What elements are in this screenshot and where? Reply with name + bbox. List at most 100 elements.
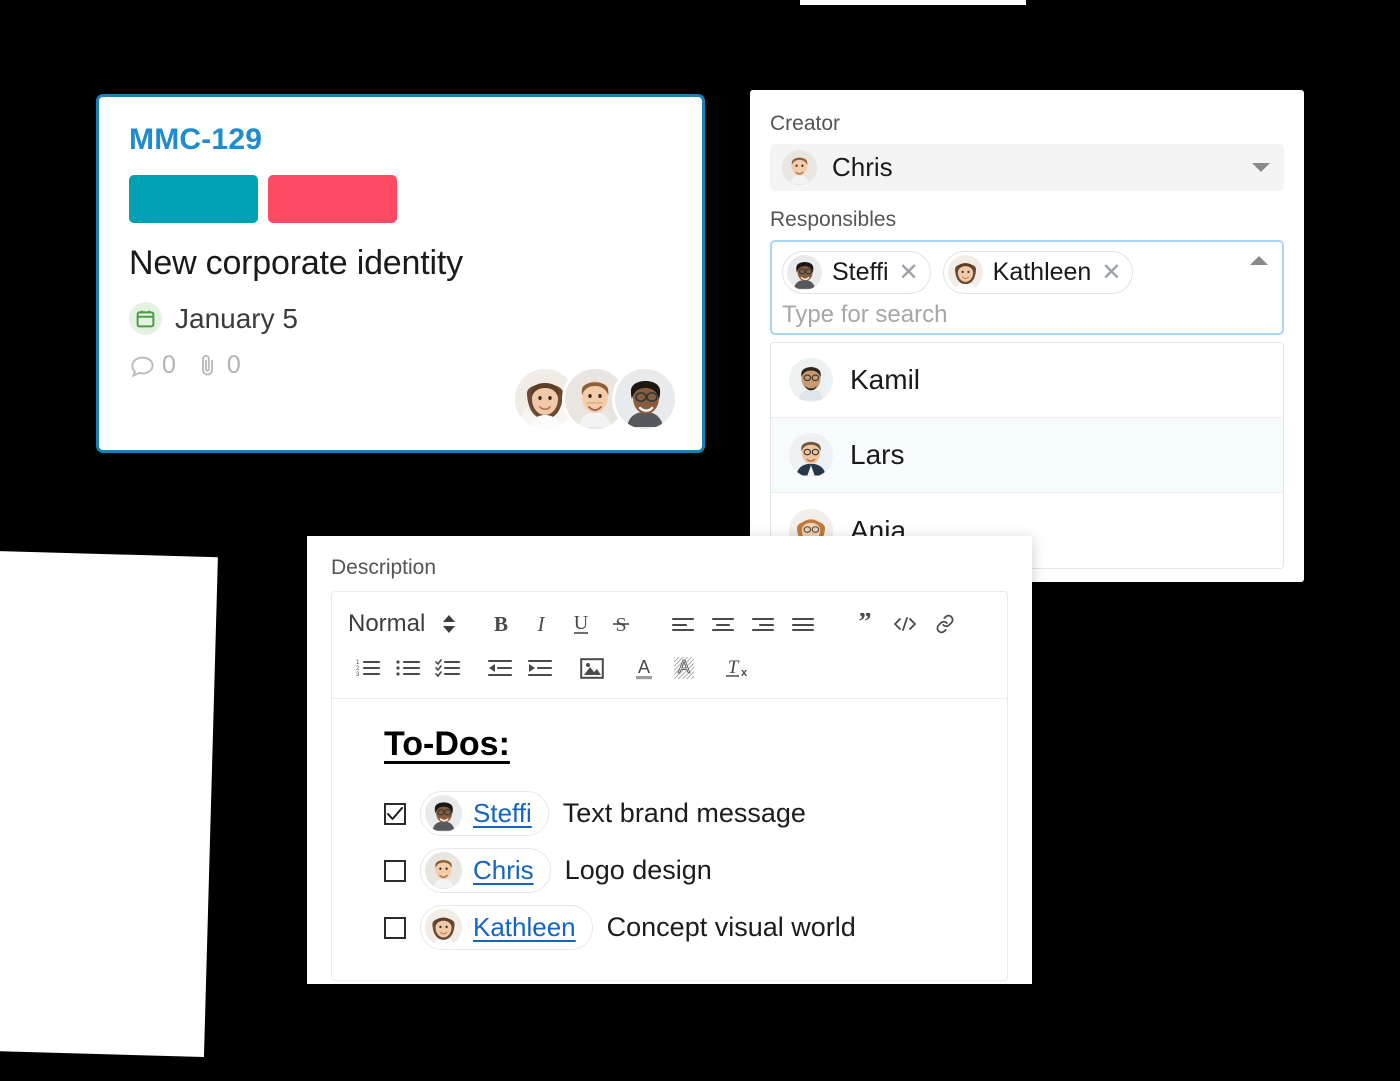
creator-label: Creator <box>770 112 841 135</box>
check-list-button[interactable] <box>428 649 468 687</box>
avatar <box>782 150 817 185</box>
kanban-card[interactable]: MMC-129 New corporate identity January 5 <box>96 94 705 453</box>
svg-text:B: B <box>494 612 508 636</box>
avatar <box>789 433 833 477</box>
todo-item[interactable]: Chris Logo design <box>384 848 977 893</box>
editor-toolbar: Normal B I U S ” 1 2 3 A A T x <box>332 592 1007 699</box>
todo-item[interactable]: Kathleen Concept visual world <box>384 905 977 950</box>
code-block-button[interactable] <box>885 605 925 643</box>
background-color-button[interactable]: A <box>664 649 704 687</box>
insert-image-button[interactable] <box>572 649 612 687</box>
todo-mention-name[interactable]: Chris <box>473 855 534 886</box>
avatar[interactable] <box>612 366 678 432</box>
underline-button[interactable]: U <box>561 605 601 643</box>
close-icon[interactable]: ✕ <box>1101 260 1121 285</box>
rich-text-editor: Normal B I U S ” 1 2 3 A A T x To-Dos: S… <box>331 591 1008 981</box>
updown-arrows-icon <box>443 615 456 633</box>
todo-mention[interactable]: Kathleen <box>420 905 593 950</box>
link-button[interactable] <box>925 605 965 643</box>
people-panel: Creator Chris Responsibles Steffi ✕ Kath… <box>750 90 1304 582</box>
todo-mention-name[interactable]: Kathleen <box>473 912 576 943</box>
responsible-chip[interactable]: Steffi ✕ <box>782 251 931 294</box>
align-center-button[interactable] <box>703 605 743 643</box>
chevron-up-icon[interactable] <box>1250 256 1268 265</box>
card-label-red[interactable] <box>268 175 397 223</box>
blank-panel-left <box>0 550 218 1058</box>
format-select-value: Normal <box>348 610 426 637</box>
description-panel: Description Normal B I U S ” 1 2 3 A A T… <box>307 536 1032 984</box>
blockquote-button[interactable]: ” <box>845 605 885 643</box>
svg-text:A: A <box>638 657 650 677</box>
todo-heading: To-Dos: <box>384 725 510 763</box>
dropdown-option-label: Lars <box>850 439 905 470</box>
attachment-icon <box>194 352 221 379</box>
strikethrough-button[interactable]: S <box>601 605 641 643</box>
description-label: Description <box>331 556 437 579</box>
todo-mention-name[interactable]: Steffi <box>473 798 532 829</box>
card-due-date-text: January 5 <box>175 302 298 334</box>
avatar <box>789 358 833 402</box>
align-justify-button[interactable] <box>783 605 823 643</box>
card-label-teal[interactable] <box>129 175 258 223</box>
svg-text:U: U <box>574 612 589 634</box>
todo-mention[interactable]: Chris <box>420 848 551 893</box>
card-title: New corporate identity <box>129 244 463 282</box>
checkbox-unchecked[interactable] <box>384 859 406 882</box>
checkbox-checked[interactable] <box>384 802 406 825</box>
card-assignee-avatars[interactable] <box>512 366 678 432</box>
todo-text: Logo design <box>564 855 712 885</box>
responsibles-chips: Steffi ✕ Kathleen ✕ <box>782 251 1272 294</box>
card-comments: 0 <box>129 351 176 380</box>
responsibles-field[interactable]: Steffi ✕ Kathleen ✕ Type for search <box>770 240 1284 335</box>
responsibles-dropdown: Kamil Lars Anja <box>770 342 1284 569</box>
dropdown-option-lars[interactable]: Lars <box>771 418 1283 493</box>
svg-text:A: A <box>678 657 690 677</box>
bullet-list-button[interactable] <box>388 649 428 687</box>
italic-button[interactable]: I <box>521 605 561 643</box>
outdent-button[interactable] <box>480 649 520 687</box>
todo-mention[interactable]: Steffi <box>420 791 549 836</box>
align-left-button[interactable] <box>663 605 703 643</box>
checkbox-unchecked[interactable] <box>384 916 406 939</box>
svg-text:T: T <box>728 657 740 678</box>
responsibles-search-input[interactable] <box>782 301 1223 329</box>
blank-panel-top <box>800 0 1026 5</box>
calendar-icon <box>129 302 162 335</box>
avatar <box>787 255 822 290</box>
indent-button[interactable] <box>520 649 560 687</box>
todo-list: Steffi Text brand message Chris Logo des… <box>384 791 977 950</box>
responsible-chip-name: Kathleen <box>992 258 1092 286</box>
responsible-chip-name: Steffi <box>832 258 889 286</box>
attachment-count: 0 <box>226 351 241 379</box>
bold-button[interactable]: B <box>481 605 521 643</box>
todo-text: Text brand message <box>562 798 806 828</box>
close-icon[interactable]: ✕ <box>899 260 919 285</box>
ordered-list-button[interactable]: 123 <box>348 649 388 687</box>
format-select[interactable]: Normal <box>348 610 459 638</box>
avatar <box>425 852 462 889</box>
responsible-chip[interactable]: Kathleen ✕ <box>942 251 1134 294</box>
card-due-date: January 5 <box>129 302 672 335</box>
responsibles-label: Responsibles <box>770 208 897 231</box>
toolbar-row-2: 123 A A T x <box>348 648 991 688</box>
card-attachments: 0 <box>194 351 241 380</box>
text-color-button[interactable]: A <box>624 649 664 687</box>
avatar <box>425 795 462 832</box>
avatar <box>947 255 983 290</box>
chevron-down-icon[interactable] <box>1252 163 1270 172</box>
dropdown-option-label: Kamil <box>850 364 921 395</box>
screen-root: MMC-129 New corporate identity January 5 <box>0 0 1400 1081</box>
card-labels <box>129 175 672 223</box>
toolbar-row-1: Normal B I U S ” <box>348 604 991 644</box>
creator-value: Chris <box>832 152 893 182</box>
align-right-button[interactable] <box>743 605 783 643</box>
avatar <box>425 909 462 946</box>
comment-icon <box>129 352 156 379</box>
todo-text: Concept visual world <box>606 912 856 942</box>
creator-select[interactable]: Chris <box>770 144 1284 191</box>
clear-format-button[interactable]: T x <box>716 649 756 687</box>
dropdown-option-kamil[interactable]: Kamil <box>771 343 1283 418</box>
svg-text:”: ” <box>859 613 872 635</box>
editor-content[interactable]: To-Dos: Steffi Text brand message Chris … <box>332 699 1007 980</box>
todo-item[interactable]: Steffi Text brand message <box>384 791 977 836</box>
